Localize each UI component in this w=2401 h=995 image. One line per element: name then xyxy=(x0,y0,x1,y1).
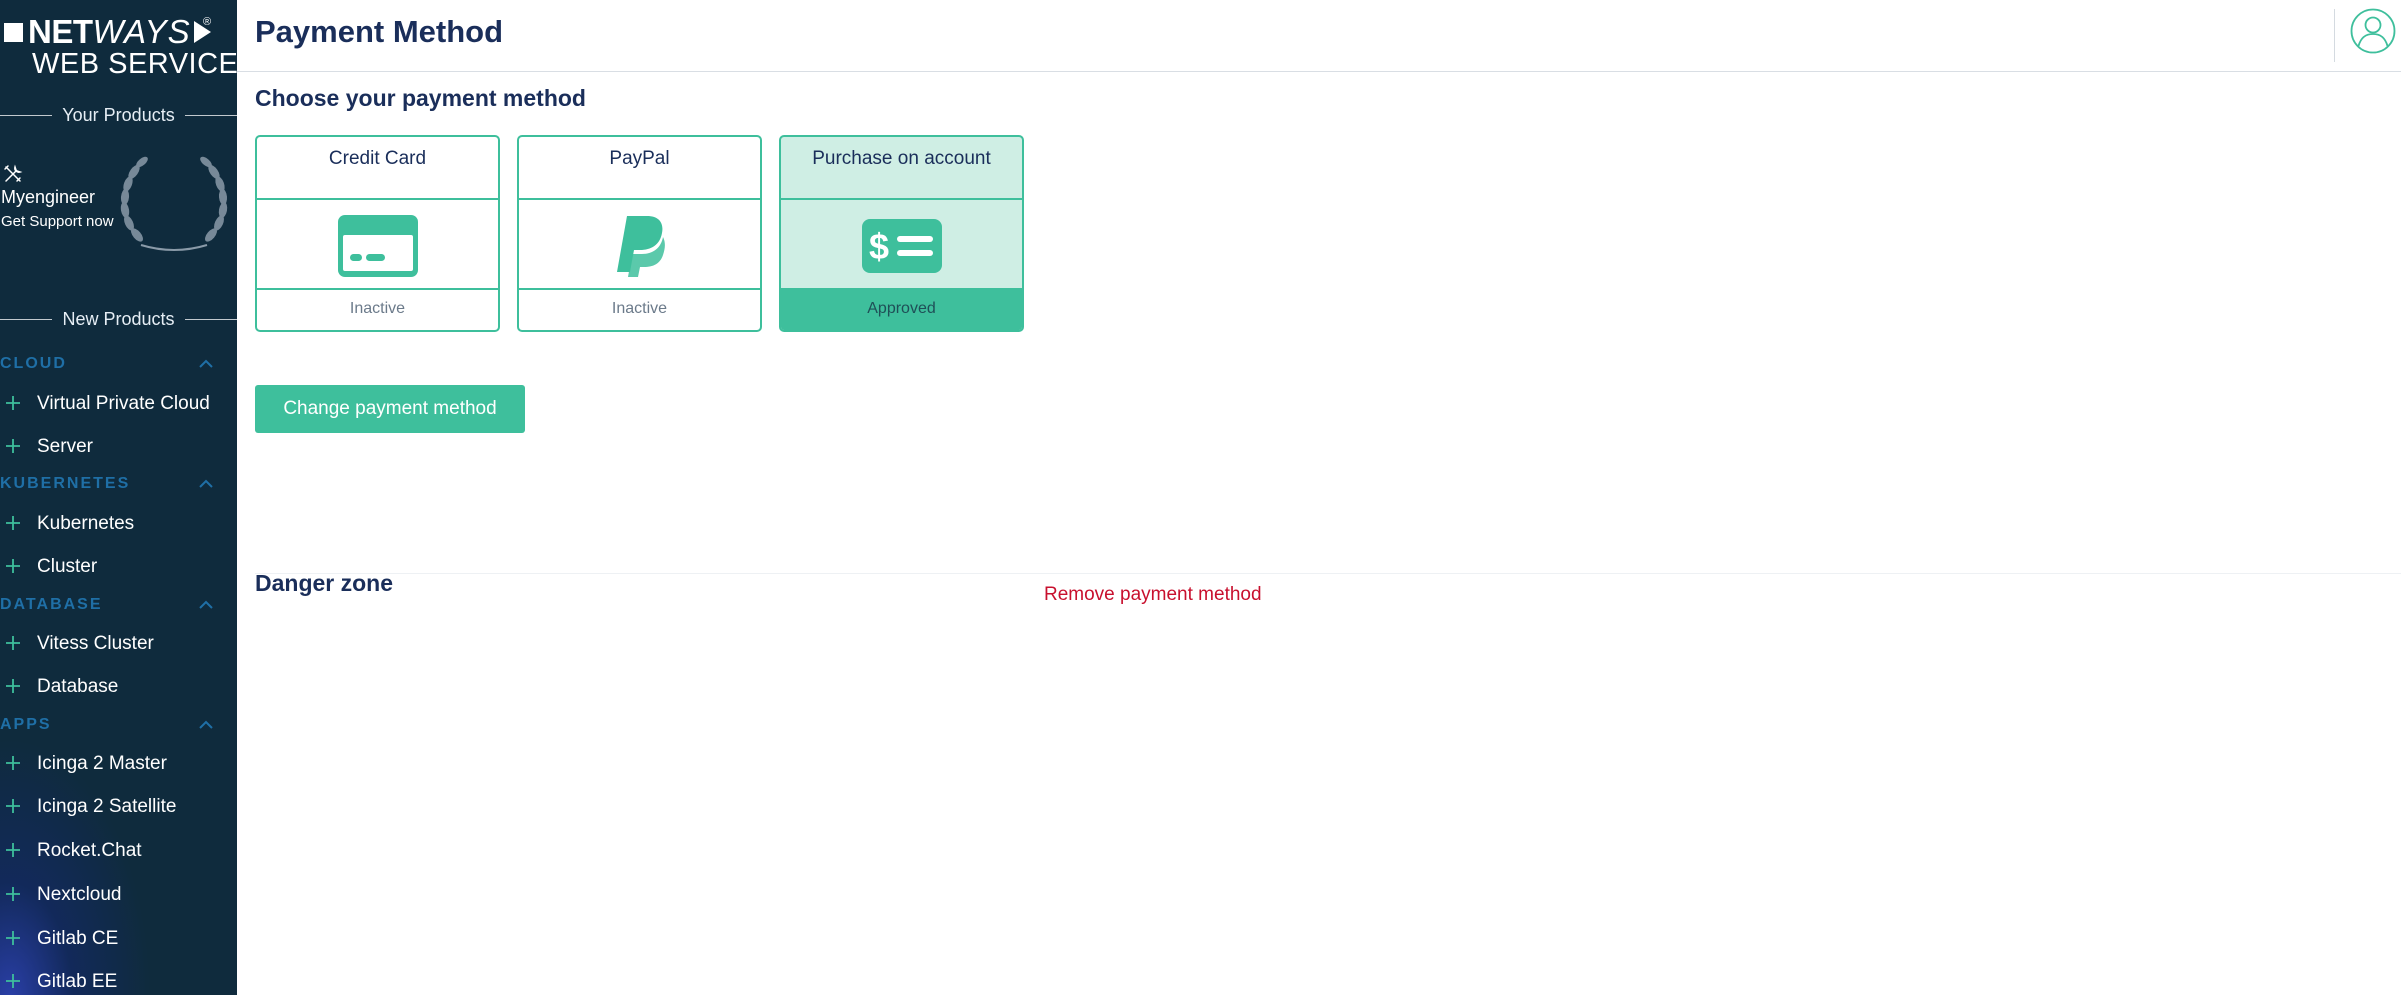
page-header: Payment Method xyxy=(237,0,2401,72)
laurel-wreath-icon xyxy=(120,156,228,251)
category-label: DATABASE xyxy=(0,596,103,613)
plus-icon xyxy=(6,931,20,945)
divider xyxy=(184,318,237,320)
logo-wordmark: NET WAYS xyxy=(4,14,211,50)
sidebar-item-cluster[interactable]: Cluster xyxy=(0,551,237,581)
sidebar-item-virtual-private-cloud[interactable]: Virtual Private Cloud xyxy=(0,388,237,418)
plus-icon xyxy=(6,887,20,901)
header-divider xyxy=(2334,9,2335,62)
danger-zone-divider xyxy=(255,573,2401,574)
product-support-link[interactable]: Get Support now xyxy=(1,213,114,230)
credit-card-icon xyxy=(337,214,418,277)
chevron-up-icon xyxy=(199,600,213,609)
payment-option-status: Inactive xyxy=(519,288,760,330)
plus-icon xyxy=(6,799,20,813)
payment-option-icon-area: $ xyxy=(781,200,1022,291)
sidebar-item-label: Server xyxy=(37,436,93,457)
sidebar-item-gitlab-ce[interactable]: Gitlab CE xyxy=(0,923,237,953)
logo-registered-mark: ® xyxy=(203,16,212,28)
payment-option-title: Credit Card xyxy=(257,137,498,200)
payment-option-title: PayPal xyxy=(519,137,760,200)
your-products-heading: Your Products xyxy=(0,103,237,127)
sidebar-item-label: Cluster xyxy=(37,556,98,577)
payment-option-status: Approved xyxy=(781,288,1022,330)
payment-option-status: Inactive xyxy=(257,288,498,330)
new-products-label: New Products xyxy=(62,308,175,329)
sidebar-item-label: Icinga 2 Master xyxy=(37,753,167,774)
logo-subtitle: WEB SERVICES xyxy=(32,48,237,80)
plus-icon xyxy=(6,843,20,857)
sidebar-item-kubernetes[interactable]: Kubernetes xyxy=(0,508,237,538)
danger-zone-title: Danger zone xyxy=(255,570,394,596)
sidebar-item-label: Gitlab CE xyxy=(37,928,119,949)
sidebar-item-label: Icinga 2 Satellite xyxy=(37,796,177,817)
plus-icon xyxy=(6,974,20,988)
sidebar-item-label: Gitlab EE xyxy=(37,971,118,992)
logo-ways-text: WAYS xyxy=(92,13,191,50)
sidebar-item-icinga-2-master[interactable]: Icinga 2 Master xyxy=(0,748,237,778)
payment-option-credit-card[interactable]: Credit Card Inactive xyxy=(255,135,500,332)
change-payment-method-button[interactable]: Change payment method xyxy=(255,385,525,433)
category-kubernetes[interactable]: KUBERNETES xyxy=(0,473,237,495)
tools-icon xyxy=(4,164,23,182)
remove-payment-method-link[interactable]: Remove payment method xyxy=(1044,584,1262,606)
user-avatar-icon[interactable] xyxy=(2350,8,2396,54)
sidebar-item-icinga-2-satellite[interactable]: Icinga 2 Satellite xyxy=(0,791,237,821)
netways-logo[interactable]: NET WAYS ® WEB SERVICES xyxy=(4,14,237,80)
logo-net-text: NET xyxy=(28,13,93,50)
chevron-up-icon xyxy=(199,720,213,729)
new-products-heading: New Products xyxy=(0,307,237,331)
category-label: KUBERNETES xyxy=(0,475,131,492)
page-title: Payment Method xyxy=(255,14,504,49)
section-subtitle: Choose your payment method xyxy=(255,85,586,111)
plus-icon xyxy=(6,559,20,573)
logo-square-icon xyxy=(4,22,23,42)
product-name: Myengineer xyxy=(1,187,96,207)
payment-option-icon-area xyxy=(257,200,498,291)
sidebar-item-rocket-chat[interactable]: Rocket.Chat xyxy=(0,835,237,865)
payment-option-paypal[interactable]: PayPal Inactive xyxy=(517,135,762,332)
svg-text:$: $ xyxy=(868,226,888,267)
plus-icon xyxy=(6,439,20,453)
sidebar-item-database[interactable]: Database xyxy=(0,671,237,701)
sidebar-item-label: Database xyxy=(37,676,119,697)
payment-option-title: Purchase on account xyxy=(781,137,1022,200)
plus-icon xyxy=(6,516,20,530)
product-myengineer[interactable]: Myengineer Get Support now xyxy=(0,155,237,255)
plus-icon xyxy=(6,756,20,770)
divider xyxy=(0,318,53,320)
your-products-label: Your Products xyxy=(62,104,175,125)
sidebar-item-vitess-cluster[interactable]: Vitess Cluster xyxy=(0,628,237,658)
category-cloud[interactable]: CLOUD xyxy=(0,353,237,375)
plus-icon xyxy=(6,679,20,693)
divider xyxy=(184,114,237,116)
payment-option-purchase-on-account[interactable]: Purchase on account $ Approved xyxy=(779,135,1024,332)
sidebar-item-nextcloud[interactable]: Nextcloud xyxy=(0,879,237,909)
chevron-up-icon xyxy=(199,359,213,368)
sidebar-item-label: Rocket.Chat xyxy=(37,840,142,861)
plus-icon xyxy=(6,636,20,650)
sidebar-item-server[interactable]: Server xyxy=(0,431,237,461)
category-apps[interactable]: APPS xyxy=(0,714,237,736)
sidebar: NET WAYS ® WEB SERVICES Your Products My… xyxy=(0,0,237,995)
category-label: CLOUD xyxy=(0,355,67,372)
chevron-up-icon xyxy=(199,479,213,488)
category-label: APPS xyxy=(0,716,52,733)
divider xyxy=(0,114,53,116)
paypal-icon xyxy=(616,215,665,277)
plus-icon xyxy=(6,396,20,410)
invoice-dollar-icon: $ xyxy=(861,218,942,273)
sidebar-item-label: Virtual Private Cloud xyxy=(37,393,210,414)
payment-option-icon-area xyxy=(519,200,760,291)
sidebar-item-label: Nextcloud xyxy=(37,884,122,905)
sidebar-item-gitlab-ee[interactable]: Gitlab EE xyxy=(0,966,237,995)
category-database[interactable]: DATABASE xyxy=(0,594,237,616)
sidebar-item-label: Vitess Cluster xyxy=(37,633,154,654)
sidebar-item-label: Kubernetes xyxy=(37,513,135,534)
